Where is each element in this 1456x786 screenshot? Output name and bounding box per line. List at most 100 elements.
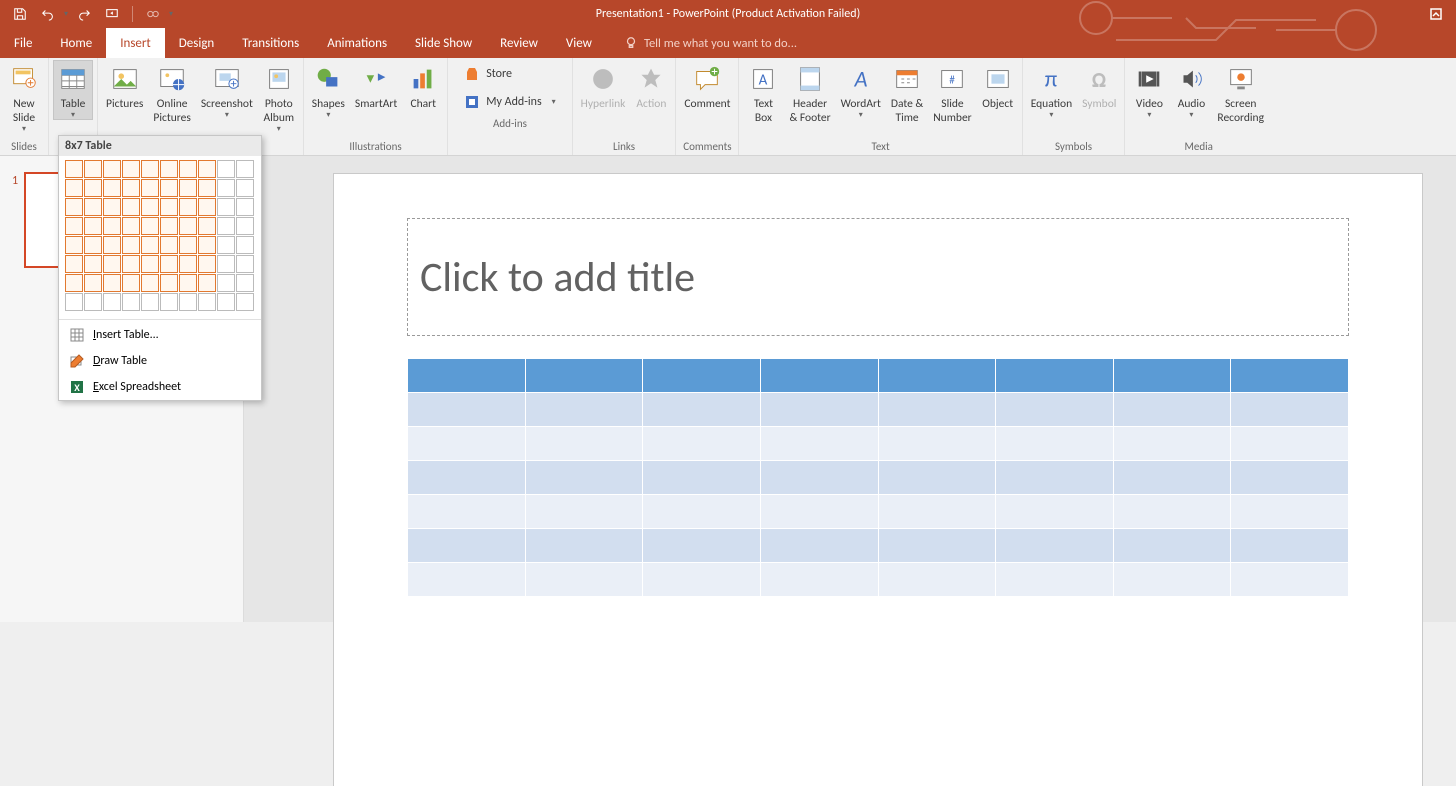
smartart-button[interactable]: SmartArt bbox=[351, 60, 401, 112]
grid-cell[interactable] bbox=[236, 293, 254, 311]
table-size-grid[interactable] bbox=[65, 160, 255, 311]
grid-cell[interactable] bbox=[160, 179, 178, 197]
grid-cell[interactable] bbox=[236, 274, 254, 292]
qat-customize-dropdown[interactable]: ▾ bbox=[169, 10, 173, 18]
touch-mode-button[interactable] bbox=[141, 2, 165, 26]
grid-cell[interactable] bbox=[84, 160, 102, 178]
screenshot-button[interactable]: Screenshot ▾ bbox=[197, 60, 257, 120]
undo-button[interactable] bbox=[36, 2, 60, 26]
grid-cell[interactable] bbox=[122, 217, 140, 235]
undo-dropdown[interactable]: ▾ bbox=[64, 10, 68, 18]
tab-file[interactable]: File bbox=[0, 28, 46, 58]
tab-view[interactable]: View bbox=[552, 28, 606, 58]
grid-cell[interactable] bbox=[198, 255, 216, 273]
grid-cell[interactable] bbox=[84, 293, 102, 311]
draw-table-menu-item[interactable]: Draw Table bbox=[59, 348, 261, 374]
slide-number-button[interactable]: # Slide Number bbox=[929, 60, 975, 126]
grid-cell[interactable] bbox=[198, 160, 216, 178]
shapes-button[interactable]: Shapes ▾ bbox=[308, 60, 349, 120]
grid-cell[interactable] bbox=[84, 179, 102, 197]
text-box-button[interactable]: A Text Box bbox=[743, 60, 783, 126]
grid-cell[interactable] bbox=[198, 198, 216, 216]
grid-cell[interactable] bbox=[103, 293, 121, 311]
pictures-button[interactable]: Pictures bbox=[102, 60, 147, 112]
grid-cell[interactable] bbox=[198, 274, 216, 292]
grid-cell[interactable] bbox=[179, 179, 197, 197]
grid-cell[interactable] bbox=[84, 236, 102, 254]
grid-cell[interactable] bbox=[236, 255, 254, 273]
new-slide-button[interactable]: New Slide ▾ bbox=[4, 60, 44, 134]
grid-cell[interactable] bbox=[217, 255, 235, 273]
grid-cell[interactable] bbox=[122, 255, 140, 273]
excel-spreadsheet-menu-item[interactable]: X Excel Spreadsheet bbox=[59, 374, 261, 400]
grid-cell[interactable] bbox=[122, 293, 140, 311]
grid-cell[interactable] bbox=[122, 274, 140, 292]
grid-cell[interactable] bbox=[141, 293, 159, 311]
slide-editor[interactable]: Click to add title bbox=[244, 156, 1456, 622]
grid-cell[interactable] bbox=[65, 198, 83, 216]
tab-insert[interactable]: Insert bbox=[106, 28, 165, 58]
photo-album-button[interactable]: Photo Album ▾ bbox=[259, 60, 299, 134]
grid-cell[interactable] bbox=[217, 160, 235, 178]
grid-cell[interactable] bbox=[103, 160, 121, 178]
grid-cell[interactable] bbox=[217, 198, 235, 216]
my-addins-button[interactable]: My Add-ins ▾ bbox=[464, 94, 555, 110]
equation-button[interactable]: π Equation ▾ bbox=[1027, 60, 1076, 120]
grid-cell[interactable] bbox=[217, 274, 235, 292]
grid-cell[interactable] bbox=[65, 179, 83, 197]
title-placeholder[interactable]: Click to add title bbox=[407, 218, 1349, 336]
grid-cell[interactable] bbox=[217, 293, 235, 311]
grid-cell[interactable] bbox=[103, 236, 121, 254]
header-footer-button[interactable]: Header & Footer bbox=[785, 60, 834, 126]
grid-cell[interactable] bbox=[179, 217, 197, 235]
online-pictures-button[interactable]: Online Pictures bbox=[149, 60, 194, 126]
date-time-button[interactable]: Date & Time bbox=[887, 60, 927, 126]
grid-cell[interactable] bbox=[198, 179, 216, 197]
grid-cell[interactable] bbox=[141, 255, 159, 273]
grid-cell[interactable] bbox=[122, 198, 140, 216]
grid-cell[interactable] bbox=[65, 293, 83, 311]
grid-cell[interactable] bbox=[236, 160, 254, 178]
audio-button[interactable]: Audio ▾ bbox=[1171, 60, 1211, 120]
wordart-button[interactable]: A WordArt ▾ bbox=[837, 60, 885, 120]
grid-cell[interactable] bbox=[122, 236, 140, 254]
grid-cell[interactable] bbox=[160, 293, 178, 311]
tab-review[interactable]: Review bbox=[486, 28, 552, 58]
ribbon-display-options-button[interactable] bbox=[1424, 2, 1448, 26]
grid-cell[interactable] bbox=[179, 236, 197, 254]
grid-cell[interactable] bbox=[236, 198, 254, 216]
grid-cell[interactable] bbox=[160, 255, 178, 273]
grid-cell[interactable] bbox=[217, 179, 235, 197]
grid-cell[interactable] bbox=[141, 179, 159, 197]
grid-cell[interactable] bbox=[198, 293, 216, 311]
chart-button[interactable]: Chart bbox=[403, 60, 443, 112]
tab-slideshow[interactable]: Slide Show bbox=[401, 28, 486, 58]
grid-cell[interactable] bbox=[179, 293, 197, 311]
grid-cell[interactable] bbox=[65, 160, 83, 178]
insert-table-menu-item[interactable]: Insert Table... bbox=[59, 322, 261, 348]
tab-design[interactable]: Design bbox=[165, 28, 228, 58]
grid-cell[interactable] bbox=[103, 217, 121, 235]
tell-me-search[interactable]: Tell me what you want to do... bbox=[606, 28, 797, 58]
screen-recording-button[interactable]: Screen Recording bbox=[1213, 60, 1268, 126]
grid-cell[interactable] bbox=[160, 217, 178, 235]
table-button[interactable]: Table ▾ bbox=[53, 60, 93, 120]
grid-cell[interactable] bbox=[141, 160, 159, 178]
grid-cell[interactable] bbox=[103, 274, 121, 292]
grid-cell[interactable] bbox=[84, 217, 102, 235]
grid-cell[interactable] bbox=[122, 160, 140, 178]
grid-cell[interactable] bbox=[160, 236, 178, 254]
slide-canvas[interactable]: Click to add title bbox=[334, 174, 1422, 786]
grid-cell[interactable] bbox=[141, 198, 159, 216]
grid-cell[interactable] bbox=[179, 255, 197, 273]
grid-cell[interactable] bbox=[236, 217, 254, 235]
start-from-beginning-button[interactable] bbox=[100, 2, 124, 26]
grid-cell[interactable] bbox=[179, 198, 197, 216]
save-button[interactable] bbox=[8, 2, 32, 26]
tab-home[interactable]: Home bbox=[46, 28, 106, 58]
redo-button[interactable] bbox=[72, 2, 96, 26]
store-button[interactable]: Store bbox=[464, 66, 555, 82]
grid-cell[interactable] bbox=[103, 255, 121, 273]
grid-cell[interactable] bbox=[236, 179, 254, 197]
grid-cell[interactable] bbox=[65, 236, 83, 254]
